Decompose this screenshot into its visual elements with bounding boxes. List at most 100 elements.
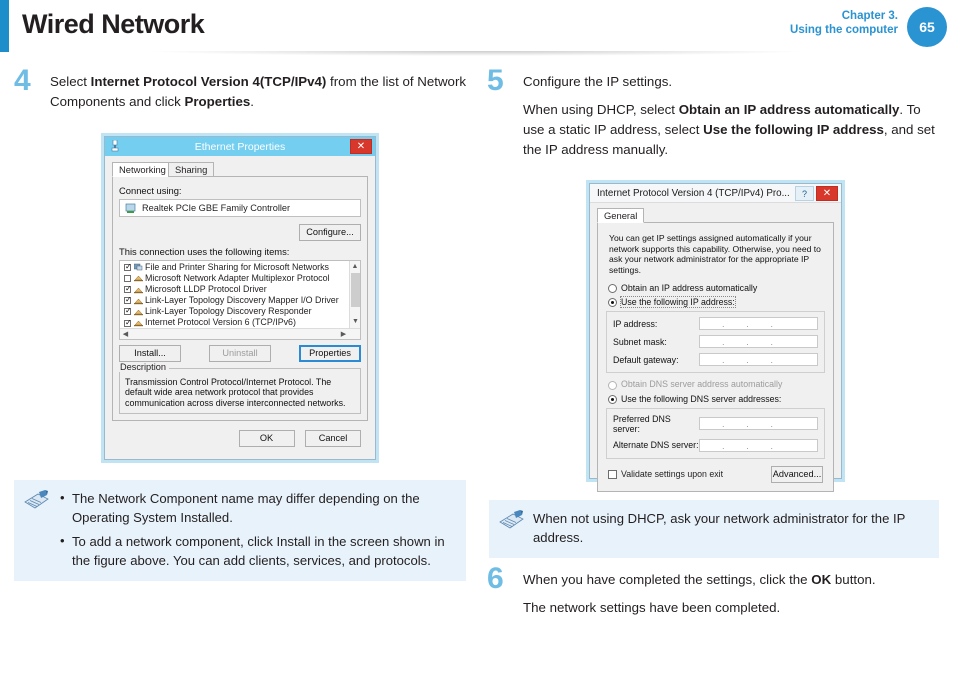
component-checkbox-icon[interactable] — [124, 294, 132, 305]
component-name: File and Printer Sharing for Microsoft N… — [145, 261, 329, 272]
default-gateway-label: Default gateway: — [613, 354, 679, 365]
dns-fields-group: Preferred DNS server: ... Alternate DNS … — [606, 407, 825, 459]
note-box-right: When not using DHCP, ask your network ad… — [489, 500, 939, 558]
subnet-mask-input[interactable]: ... — [699, 335, 818, 349]
cancel-button[interactable]: Cancel — [305, 429, 361, 447]
radio-obtain-dns-label: Obtain DNS server address automatically — [621, 379, 783, 390]
description-box: Description Transmission Control Protoco… — [119, 361, 361, 414]
validate-row: Validate settings upon exit Advanced... — [608, 465, 823, 483]
scroll-thumb[interactable] — [351, 272, 360, 307]
default-gateway-row: Default gateway: ... — [613, 353, 818, 367]
step-6-number: 6 — [487, 562, 504, 595]
radio-use-ip-icon[interactable] — [608, 298, 617, 308]
component-checkbox-icon[interactable] — [124, 317, 132, 328]
subnet-mask-label: Subnet mask: — [613, 336, 667, 347]
page-title: Wired Network — [22, 9, 205, 39]
protocol-icon — [134, 297, 143, 305]
tab-sharing[interactable]: Sharing — [168, 162, 215, 177]
radio-use-dns-row[interactable]: Use the following DNS server addresses: — [608, 394, 825, 404]
network-adapter-icon — [111, 140, 119, 152]
ip-dialog-title: Internet Protocol Version 4 (TCP/IPv4) P… — [597, 187, 790, 199]
step-6-wrap: 6 When you have completed the settings, … — [487, 564, 942, 626]
radio-obtain-dns-icon[interactable] — [608, 380, 617, 390]
scroll-down-icon[interactable]: ▼ — [350, 316, 360, 327]
components-label: This connection uses the following items… — [119, 245, 290, 257]
adapter-name: Realtek PCIe GBE Family Controller — [142, 203, 291, 213]
step-5: 5 Configure the IP settings. When using … — [487, 66, 942, 160]
step-4: 4 Select Internet Protocol Version 4(TCP… — [14, 66, 474, 112]
chapter-label: Chapter 3. Using the computer — [790, 9, 898, 37]
component-list-item[interactable]: Microsoft LLDP Protocol Driver — [122, 283, 348, 295]
radio-obtain-ip-row[interactable]: Obtain an IP address automatically — [608, 283, 825, 294]
header-divider-shadow — [18, 51, 936, 61]
ethernet-dialog-titlebar[interactable]: Ethernet Properties ✕ — [105, 137, 375, 156]
description-caption: Description — [119, 361, 169, 372]
component-checkbox-icon[interactable] — [124, 261, 132, 272]
tcpip4-properties-dialog[interactable]: Internet Protocol Version 4 (TCP/IPv4) P… — [589, 183, 842, 519]
alternate-dns-input[interactable]: ... — [699, 438, 818, 452]
component-list-item[interactable]: File and Printer Sharing for Microsoft N… — [122, 261, 348, 273]
alternate-dns-label: Alternate DNS server: — [613, 440, 699, 451]
help-icon[interactable]: ? — [795, 186, 814, 201]
components-listbox[interactable]: File and Printer Sharing for Microsoft N… — [119, 259, 361, 340]
ethernet-dialog-title: Ethernet Properties — [194, 140, 286, 153]
ip-dialog-titlebar[interactable]: Internet Protocol Version 4 (TCP/IPv4) P… — [590, 184, 841, 203]
radio-use-dns-label: Use the following DNS server addresses: — [621, 393, 782, 404]
configure-button[interactable]: Configure... — [299, 223, 361, 241]
gateway-octet-separators: ... — [722, 356, 795, 366]
ip-address-input[interactable]: ... — [699, 317, 818, 331]
radio-use-dns-icon[interactable] — [608, 394, 617, 404]
ethernet-dialog-body: Networking Sharing Connect using: Realte… — [105, 156, 375, 454]
tab-general[interactable]: General — [597, 208, 645, 223]
right-column: 5 Configure the IP settings. When using … — [487, 66, 942, 168]
ip-tabstrip: General — [597, 208, 834, 223]
general-panel: You can get IP settings assigned automat… — [597, 223, 834, 492]
preferred-dns-input[interactable]: ... — [699, 417, 818, 431]
scroll-right-icon[interactable]: ▶ — [338, 329, 349, 339]
default-gateway-input[interactable]: ... — [699, 353, 818, 367]
ip-fields-group: IP address: ... Subnet mask: ... Default… — [606, 311, 825, 374]
left-column: 4 Select Internet Protocol Version 4(TCP… — [14, 66, 474, 120]
uninstall-button: Uninstall — [209, 344, 271, 362]
note-left-list: The Network Component name may differ de… — [58, 488, 454, 570]
component-name: Microsoft Network Adapter Multiplexor Pr… — [145, 272, 330, 283]
ip-address-row: IP address: ... — [613, 317, 818, 331]
step-6: 6 When you have completed the settings, … — [487, 564, 942, 618]
ip-address-label: IP address: — [613, 318, 658, 329]
note-right-text: When not using DHCP, ask your network ad… — [533, 511, 906, 545]
adapter-field[interactable]: Realtek PCIe GBE Family Controller — [119, 199, 361, 217]
radio-obtain-dns-row[interactable]: Obtain DNS server address automatically — [608, 379, 825, 390]
configure-row: Configure... — [119, 222, 361, 241]
component-checkbox-icon[interactable] — [124, 274, 131, 282]
page-header: Wired Network Chapter 3. Using the compu… — [0, 0, 954, 61]
component-list-item[interactable]: Microsoft Network Adapter Multiplexor Pr… — [122, 273, 348, 284]
preferred-dns-separators: ... — [722, 420, 795, 430]
radio-obtain-ip-label: Obtain an IP address automatically — [621, 283, 758, 293]
protocol-icon — [134, 274, 143, 282]
component-checkbox-icon[interactable] — [124, 305, 132, 317]
install-button[interactable]: Install... — [119, 344, 181, 362]
scroll-left-icon[interactable]: ◀ — [120, 329, 131, 339]
scroll-up-icon[interactable]: ▲ — [350, 261, 360, 272]
header-accent-bar — [0, 0, 9, 52]
ethernet-properties-dialog[interactable]: Ethernet Properties ✕ Networking Sharing… — [104, 136, 376, 460]
radio-use-ip-row[interactable]: Use the following IP address: — [608, 296, 825, 309]
protocol-icon — [134, 286, 143, 294]
validate-checkbox-icon[interactable] — [608, 469, 617, 479]
properties-button[interactable]: Properties — [299, 344, 361, 362]
chapter-line-1: Chapter 3. — [841, 10, 898, 22]
list-horizontal-scrollbar[interactable]: ◀ ▶ — [120, 327, 360, 339]
ip-octet-separators: ... — [722, 320, 795, 330]
close-icon[interactable]: ✕ — [350, 139, 372, 154]
ip-intro-text: You can get IP settings assigned automat… — [609, 233, 821, 275]
tab-networking[interactable]: Networking — [112, 162, 173, 177]
component-list-item[interactable]: Link-Layer Topology Discovery Mapper I/O… — [122, 294, 348, 306]
radio-obtain-ip-icon[interactable] — [608, 284, 617, 294]
alternate-dns-row: Alternate DNS server: ... — [613, 438, 818, 452]
validate-checkbox-row[interactable]: Validate settings upon exit — [608, 469, 723, 479]
close-icon[interactable]: ✕ — [816, 186, 838, 201]
component-checkbox-icon[interactable] — [124, 283, 132, 294]
ok-button[interactable]: OK — [238, 429, 295, 447]
advanced-button[interactable]: Advanced... — [771, 465, 823, 483]
component-list-item[interactable]: Link-Layer Topology Discovery Responder — [122, 305, 348, 317]
